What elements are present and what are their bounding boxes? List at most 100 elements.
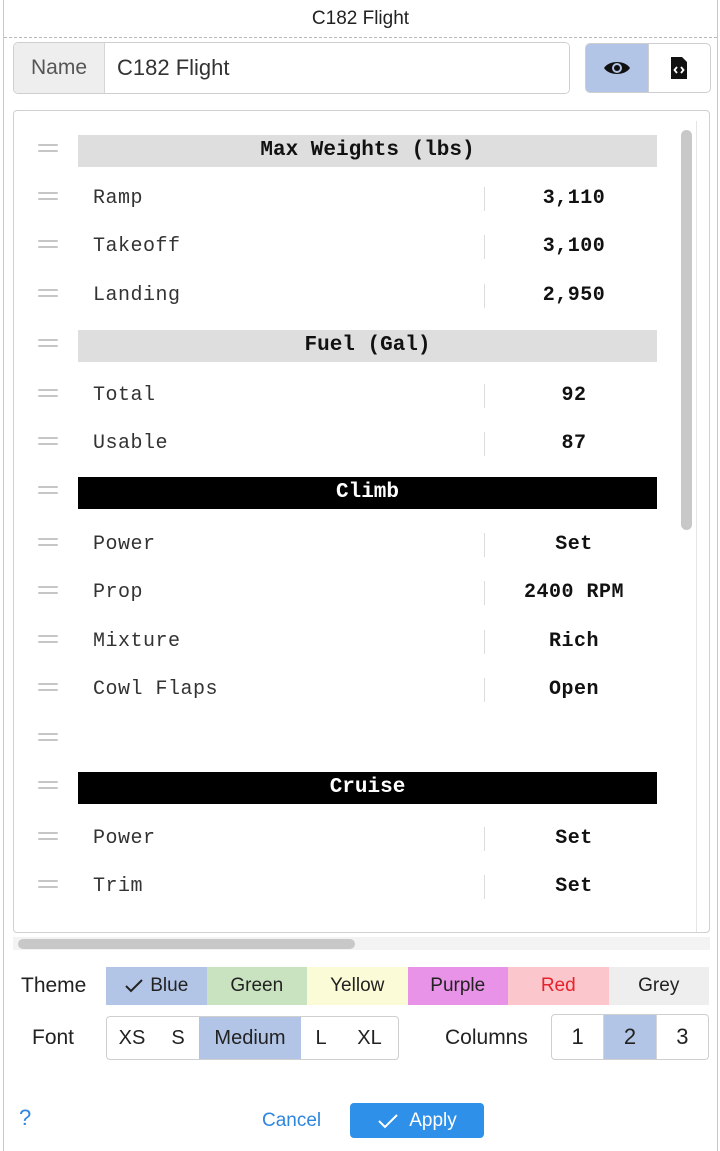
window-title: C182 Flight (4, 0, 717, 38)
drag-handle-icon[interactable] (38, 144, 58, 158)
checklist-item-row[interactable]: Mixture Rich (14, 624, 674, 660)
item-value: 92 (561, 384, 587, 407)
item-label: Cowl Flaps (93, 678, 219, 701)
view-toggle (585, 43, 711, 93)
theme-option-grey[interactable]: Grey (608, 967, 709, 1005)
drag-handle-icon[interactable] (38, 339, 58, 353)
checklist-preview[interactable]: Max Weights (lbs) Ramp 3,110 Takeoff 3,100 La… (13, 110, 710, 933)
horizontal-scrollbar[interactable] (18, 939, 355, 949)
cancel-button[interactable]: Cancel (262, 1110, 321, 1132)
section-header: Climb (78, 477, 657, 509)
item-value: Set (555, 875, 593, 898)
font-label: Font (32, 1026, 75, 1049)
font-option-xl[interactable]: XL (341, 1017, 398, 1059)
item-label: Power (93, 533, 156, 556)
checkmark-icon (125, 979, 143, 993)
section-header: Max Weights (lbs) (78, 135, 657, 167)
checklist-item-row[interactable]: Cowl Flaps Open (14, 672, 674, 708)
checklist-item-row[interactable]: Power Set (14, 527, 674, 563)
theme-option-label: Green (230, 975, 284, 996)
drag-handle-icon[interactable] (38, 437, 58, 451)
item-value: 3,100 (542, 235, 606, 258)
theme-option-green[interactable]: Green (206, 967, 307, 1005)
preview-button[interactable] (586, 44, 649, 92)
font-option-medium[interactable]: Medium (199, 1017, 301, 1059)
item-value: 87 (561, 432, 587, 455)
drag-handle-icon[interactable] (38, 635, 58, 649)
drag-handle-icon[interactable] (38, 880, 58, 894)
drag-handle-icon[interactable] (38, 781, 58, 795)
section-header: Cruise (78, 772, 657, 804)
drag-handle-icon[interactable] (38, 192, 58, 206)
theme-option-label: Purple (430, 975, 486, 996)
item-label: Takeoff (93, 235, 181, 258)
code-file-icon (671, 57, 688, 79)
drag-handle-icon[interactable] (38, 289, 58, 303)
checklist-item-row[interactable]: Power Set (14, 821, 674, 857)
item-label: Trim (93, 875, 144, 898)
columns-option-3[interactable]: 3 (657, 1015, 708, 1059)
source-button[interactable] (649, 44, 711, 92)
columns-option-2[interactable]: 2 (604, 1015, 657, 1059)
font-option-xs[interactable]: XS (107, 1017, 157, 1059)
editor-window: C182 Flight Name Max Weights (lbs) Ramp 3,… (3, 0, 718, 1151)
drag-handle-icon[interactable] (38, 586, 58, 600)
item-label: Total (93, 384, 156, 407)
help-link[interactable]: ? (19, 1105, 31, 1131)
item-value: 2,950 (542, 284, 606, 307)
section-header-row[interactable]: Fuel (Gal) (14, 328, 674, 364)
drag-handle-icon[interactable] (38, 486, 58, 500)
theme-option-label: Yellow (330, 975, 385, 996)
theme-option-label: Red (540, 975, 576, 996)
drag-handle-icon[interactable] (38, 538, 58, 552)
checklist-item-row[interactable]: Prop 2400 RPM (14, 575, 674, 611)
theme-selector: Blue Green Yellow Purple Red Grey (106, 967, 709, 1005)
eye-icon (603, 62, 630, 74)
item-label: Landing (93, 284, 181, 307)
section-header-row[interactable]: Max Weights (lbs) (14, 133, 674, 169)
theme-label: Theme (21, 974, 87, 997)
columns-selector: 123 (551, 1014, 709, 1060)
name-input[interactable] (105, 43, 569, 93)
item-value: Set (555, 827, 593, 850)
columns-label: Columns (445, 1026, 528, 1049)
item-label: Usable (93, 432, 169, 455)
apply-label: Apply (409, 1109, 457, 1131)
drag-handle-icon[interactable] (38, 240, 58, 254)
checklist-item-row[interactable]: Trim Set (14, 869, 674, 905)
checklist-item-row[interactable]: Ramp 3,110 (14, 181, 674, 217)
item-label: Prop (93, 581, 144, 604)
name-label: Name (14, 43, 105, 93)
item-label: Power (93, 827, 156, 850)
checklist-item-row[interactable]: Landing 2,950 (14, 278, 674, 314)
section-header: Fuel (Gal) (78, 330, 657, 362)
theme-option-yellow[interactable]: Yellow (307, 967, 408, 1005)
drag-handle-icon[interactable] (38, 733, 58, 747)
theme-option-purple[interactable]: Purple (407, 967, 508, 1005)
item-value: Rich (548, 630, 599, 653)
theme-option-blue[interactable]: Blue (106, 967, 207, 1005)
drag-handle-icon[interactable] (38, 832, 58, 846)
item-value: Open (548, 678, 599, 701)
font-option-s[interactable]: S (157, 1017, 199, 1059)
columns-option-1[interactable]: 1 (552, 1015, 605, 1059)
item-label: Ramp (93, 187, 144, 210)
drag-handle-icon[interactable] (38, 389, 58, 403)
drag-handle-icon[interactable] (38, 683, 58, 697)
apply-button[interactable]: Apply (350, 1103, 484, 1138)
font-option-l[interactable]: L (301, 1017, 341, 1059)
item-value: Set (555, 533, 593, 556)
item-label: Mixture (93, 630, 181, 653)
checklist-item-row[interactable]: Total 92 (14, 378, 674, 414)
vertical-scroll-track (696, 121, 697, 932)
section-header-row[interactable]: Cruise (14, 770, 674, 806)
checklist-item-row[interactable]: Usable 87 (14, 426, 674, 462)
item-value: 2400 RPM (523, 581, 624, 604)
checklist-item-row[interactable]: Takeoff 3,100 (14, 229, 674, 265)
blank-row[interactable] (14, 722, 674, 758)
section-header-row[interactable]: Climb (14, 475, 674, 511)
font-size-selector: XS S Medium L XL (106, 1016, 399, 1060)
vertical-scrollbar[interactable] (681, 130, 692, 530)
theme-option-red[interactable]: Red (508, 967, 609, 1005)
theme-option-label: Grey (638, 975, 680, 996)
